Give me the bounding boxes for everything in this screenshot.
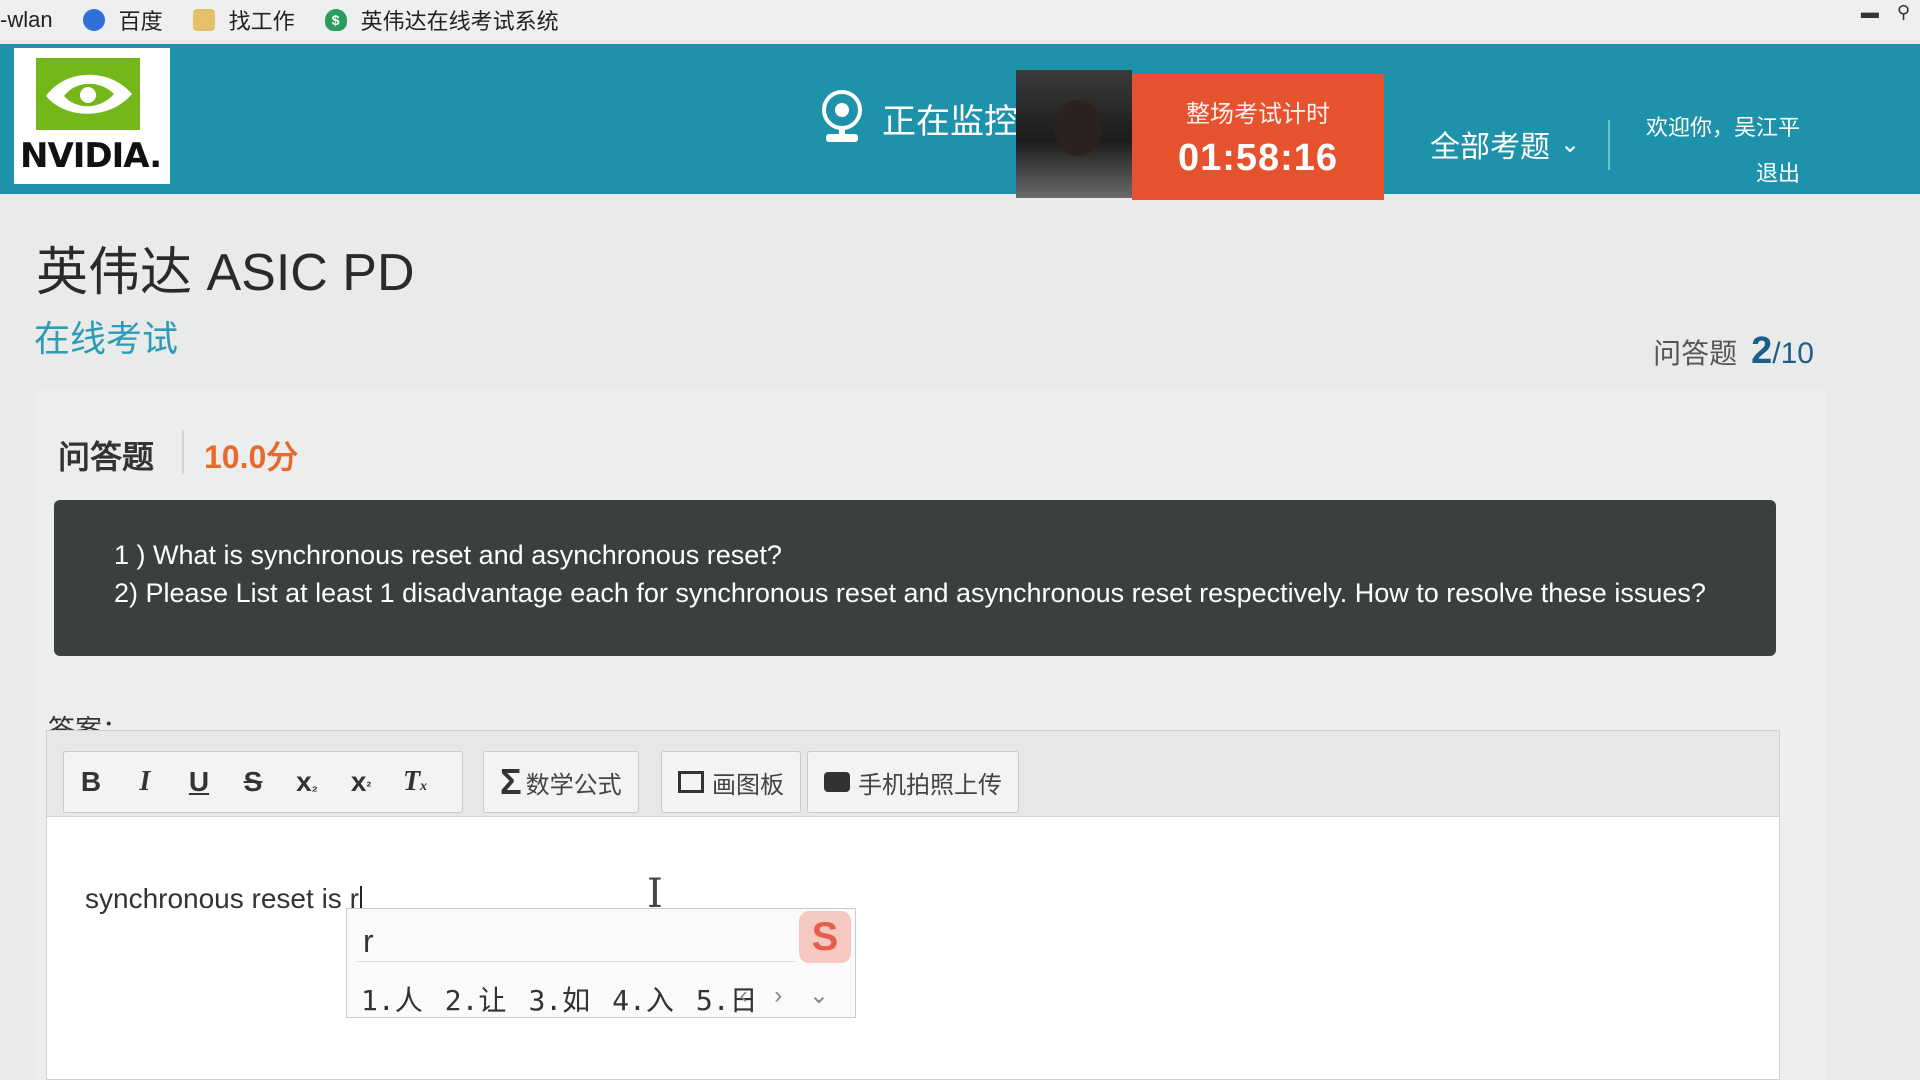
chevron-down-icon: ⌄ bbox=[1560, 130, 1581, 158]
sogou-logo-icon: S bbox=[799, 911, 851, 963]
superscript-mark: ² bbox=[366, 778, 372, 794]
superscript-button[interactable]: x² bbox=[334, 766, 388, 798]
bookmark-label: 英伟达在线考试系统 bbox=[360, 9, 559, 34]
all-questions-label: 全部考题 bbox=[1430, 131, 1550, 164]
bookmark-label: 百度 bbox=[118, 9, 163, 34]
superscript-glyph: x bbox=[350, 766, 367, 797]
nvidia-wordmark: NVIDIA. bbox=[20, 136, 162, 176]
answer-text: synchronous reset is r bbox=[85, 883, 359, 914]
webcam-icon bbox=[822, 90, 862, 142]
question-type-divider bbox=[182, 430, 184, 474]
clear-format-button[interactable]: Tx bbox=[388, 766, 442, 798]
answer-text-area[interactable]: synchronous reset is r bbox=[85, 883, 362, 916]
subscript-mark: ₂ bbox=[311, 778, 318, 794]
drawing-board-label: 画图板 bbox=[712, 771, 784, 799]
image-icon bbox=[678, 771, 704, 793]
bookmark-label: 找工作 bbox=[228, 9, 295, 34]
answer-editor: B I U S x₂ x² Tx Σ 数学公式 画图板 手机拍照上传 synch… bbox=[46, 730, 1780, 1080]
exam-timer: 整场考试计时 01:58:16 bbox=[1132, 74, 1384, 200]
subscript-glyph: x bbox=[296, 766, 312, 797]
ime-candidate[interactable]: 1.人 bbox=[361, 979, 423, 1019]
question-line-2: 2) Please List at least 1 disadvantage e… bbox=[114, 578, 1706, 608]
mobile-upload-button[interactable]: 手机拍照上传 bbox=[807, 751, 1019, 813]
header-divider bbox=[1608, 120, 1610, 170]
editor-toolbar: B I U S x₂ x² Tx Σ 数学公式 画图板 手机拍照上传 bbox=[47, 731, 1779, 817]
mobile-upload-label: 手机拍照上传 bbox=[858, 771, 1002, 799]
ime-candidate[interactable]: 2.让 bbox=[445, 979, 507, 1019]
question-score: 10.0分 bbox=[204, 439, 299, 475]
strikethrough-button[interactable]: S bbox=[226, 766, 280, 798]
timer-value: 01:58:16 bbox=[1177, 137, 1339, 179]
shield-icon: $ bbox=[324, 9, 347, 31]
exam-subtitle: 在线考试 bbox=[34, 318, 179, 359]
webcam-person bbox=[1054, 100, 1102, 156]
math-formula-label: 数学公式 bbox=[525, 771, 622, 799]
all-questions-dropdown[interactable]: 全部考题 ⌄ bbox=[1430, 122, 1580, 166]
format-button-group: B I U S x₂ x² Tx bbox=[63, 751, 463, 813]
webcam-preview bbox=[1016, 70, 1132, 198]
ime-candidate[interactable]: 4.入 bbox=[612, 979, 674, 1019]
browser-controls: ▬ ⚲ bbox=[1861, 2, 1910, 23]
logout-link[interactable]: 退出 bbox=[1640, 156, 1800, 188]
progress-total: /10 bbox=[1772, 337, 1814, 370]
ime-page-nav[interactable]: ‹ › ⌄ bbox=[740, 981, 839, 1010]
user-area: 欢迎你，吴江平 退出 bbox=[1640, 110, 1800, 188]
ime-candidate-popup: r S 1.人 2.让 3.如 4.入 5.日 ‹ › ⌄ bbox=[346, 908, 856, 1018]
sigma-icon: Σ bbox=[500, 761, 522, 802]
ime-input: r bbox=[363, 923, 374, 959]
clear-format-mark: x bbox=[420, 779, 428, 794]
subscript-button[interactable]: x₂ bbox=[280, 766, 334, 798]
bookmark-jobs[interactable]: 找工作 bbox=[192, 4, 295, 36]
question-line-1: 1 ) What is synchronous reset and asynch… bbox=[114, 540, 782, 570]
drawing-board-button[interactable]: 画图板 bbox=[661, 751, 801, 813]
monitoring-label: 正在监控 bbox=[882, 102, 1018, 141]
bookmarks-bar: -wlan 百度 找工作 $ 英伟达在线考试系统 ▬ ⚲ bbox=[0, 0, 1920, 40]
exam-title: 英伟达 ASIC PD bbox=[36, 244, 415, 302]
window-icon[interactable]: ▬ bbox=[1861, 2, 1879, 23]
question-text-box: 1 ) What is synchronous reset and asynch… bbox=[54, 500, 1776, 656]
progress-current: 2 bbox=[1751, 330, 1773, 372]
bookmark-label: -wlan bbox=[0, 7, 53, 32]
camera-icon bbox=[824, 772, 850, 792]
question-progress: 问答题 2 /10 bbox=[1653, 330, 1814, 373]
zoom-icon[interactable]: ⚲ bbox=[1897, 2, 1910, 23]
nvidia-logo: NVIDIA. bbox=[14, 48, 170, 184]
baidu-paw-icon bbox=[82, 9, 105, 31]
question-type: 问答题 bbox=[58, 439, 155, 475]
bold-button[interactable]: B bbox=[64, 766, 118, 798]
math-formula-button[interactable]: Σ 数学公式 bbox=[483, 751, 639, 813]
ime-candidate[interactable]: 3.如 bbox=[528, 979, 590, 1019]
ime-divider bbox=[357, 961, 795, 962]
underline-button[interactable]: U bbox=[172, 766, 226, 798]
exam-header: NVIDIA. 正在监控 整场考试计时 01:58:16 全部考题 ⌄ 欢迎你，… bbox=[0, 44, 1920, 200]
bookmark-baidu[interactable]: 百度 bbox=[82, 4, 163, 36]
italic-button[interactable]: I bbox=[118, 766, 172, 798]
nvidia-eye-icon bbox=[36, 58, 140, 130]
timer-label: 整场考试计时 bbox=[1186, 101, 1330, 128]
bookmark-exam-site[interactable]: $ 英伟达在线考试系统 bbox=[324, 4, 559, 36]
folder-icon bbox=[192, 9, 215, 31]
progress-label: 问答题 bbox=[1653, 338, 1738, 369]
ime-candidates: 1.人 2.让 3.如 4.入 5.日 bbox=[361, 979, 758, 1019]
clear-format-glyph: T bbox=[402, 766, 421, 797]
bookmark-wlan[interactable]: -wlan bbox=[0, 7, 53, 33]
monitoring-status: 正在监控 bbox=[820, 90, 1018, 146]
welcome-text: 欢迎你，吴江平 bbox=[1645, 115, 1800, 140]
